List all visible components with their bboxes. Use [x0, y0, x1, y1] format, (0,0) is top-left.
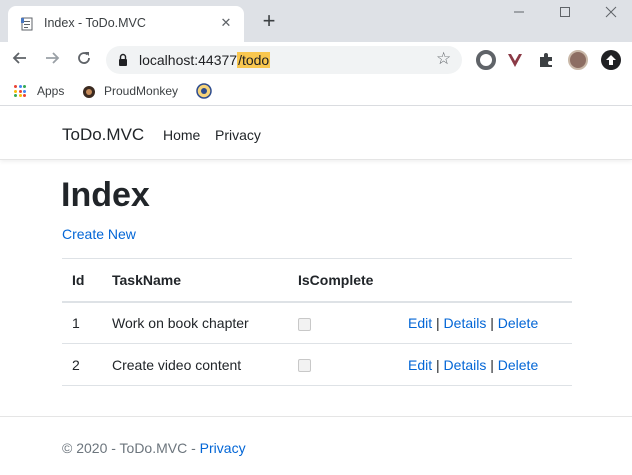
- cell-iscomplete: [288, 301, 398, 344]
- iscomplete-checkbox: [298, 317, 311, 331]
- reload-icon[interactable]: [72, 48, 96, 72]
- minimize-icon[interactable]: [506, 4, 532, 22]
- close-icon[interactable]: ✕: [218, 15, 234, 31]
- monkey-icon: [83, 86, 95, 98]
- cell-iscomplete: [288, 343, 398, 386]
- todo-table: Id TaskName IsComplete 1 Work on book ch…: [62, 258, 572, 386]
- forward-arrow-icon[interactable]: [40, 48, 64, 72]
- seal-icon[interactable]: [196, 83, 212, 99]
- vivaldi-icon[interactable]: [505, 50, 525, 70]
- puzzle-icon[interactable]: [536, 50, 556, 70]
- nav-link-home[interactable]: Home: [163, 127, 200, 143]
- iscomplete-checkbox: [298, 359, 311, 373]
- browser-titlebar: Index - ToDo.MVC ✕ +: [0, 0, 632, 42]
- details-link[interactable]: Details: [444, 357, 487, 373]
- table-row: 2 Create video content Edit | Details | …: [62, 343, 572, 386]
- header-iscomplete: IsComplete: [288, 258, 398, 303]
- separator: |: [490, 314, 494, 331]
- cell-actions: Edit | Details | Delete: [398, 301, 572, 344]
- header-actions: [398, 258, 572, 303]
- browser-toolbar: localhost:44377/todo ☆: [0, 42, 632, 78]
- delete-link[interactable]: Delete: [498, 357, 538, 373]
- brand-link[interactable]: ToDo.MVC: [62, 125, 144, 145]
- window-close-icon[interactable]: [598, 4, 624, 22]
- header-id: Id: [62, 258, 102, 303]
- site-navbar: ToDo.MVC Home Privacy: [0, 110, 632, 160]
- edit-link[interactable]: Edit: [408, 315, 432, 331]
- details-link[interactable]: Details: [444, 315, 487, 331]
- site-footer: © 2020 - ToDo.MVC - Privacy: [0, 416, 632, 475]
- delete-link[interactable]: Delete: [498, 315, 538, 331]
- table-header-row: Id TaskName IsComplete: [62, 258, 572, 303]
- bookmarks-bar: Apps ProudMonkey: [0, 78, 632, 106]
- url-text: localhost:44377/todo: [139, 52, 271, 68]
- upload-icon[interactable]: [601, 50, 621, 70]
- footer-text: © 2020 - ToDo.MVC - Privacy: [62, 440, 246, 456]
- lock-icon: [119, 53, 127, 66]
- browser-tab[interactable]: Index - ToDo.MVC ✕: [8, 6, 244, 42]
- bookmark-star-icon[interactable]: ☆: [436, 49, 451, 69]
- separator: |: [436, 356, 440, 373]
- cell-id: 1: [62, 301, 102, 344]
- cell-id: 2: [62, 343, 102, 386]
- header-taskname: TaskName: [102, 258, 288, 303]
- apps-grid-icon[interactable]: [14, 85, 26, 97]
- edit-link[interactable]: Edit: [408, 357, 432, 373]
- copyright-text: © 2020 - ToDo.MVC -: [62, 440, 196, 456]
- separator: |: [436, 314, 440, 331]
- new-tab-button[interactable]: +: [258, 10, 280, 33]
- nav-link-privacy[interactable]: Privacy: [215, 127, 261, 143]
- footer-privacy-link[interactable]: Privacy: [200, 440, 246, 456]
- url-path: /todo: [237, 52, 271, 68]
- maximize-icon[interactable]: [552, 4, 578, 22]
- cell-taskname: Create video content: [102, 343, 288, 386]
- cell-actions: Edit | Details | Delete: [398, 343, 572, 386]
- bookmark-apps[interactable]: Apps: [37, 84, 64, 98]
- back-arrow-icon[interactable]: [8, 48, 32, 72]
- url-host: localhost:44377: [139, 52, 238, 68]
- create-new-link[interactable]: Create New: [62, 226, 136, 242]
- cell-taskname: Work on book chapter: [102, 301, 288, 344]
- address-bar[interactable]: localhost:44377/todo ☆: [106, 46, 462, 74]
- table-row: 1 Work on book chapter Edit | Details | …: [62, 301, 572, 344]
- profile-avatar[interactable]: [568, 50, 588, 70]
- document-icon: [21, 17, 33, 31]
- separator: |: [490, 356, 494, 373]
- bookmark-proudmonkey[interactable]: ProudMonkey: [104, 84, 178, 98]
- page-title: Index: [61, 176, 150, 214]
- tab-title: Index - ToDo.MVC: [44, 16, 146, 30]
- opera-icon[interactable]: [476, 50, 496, 70]
